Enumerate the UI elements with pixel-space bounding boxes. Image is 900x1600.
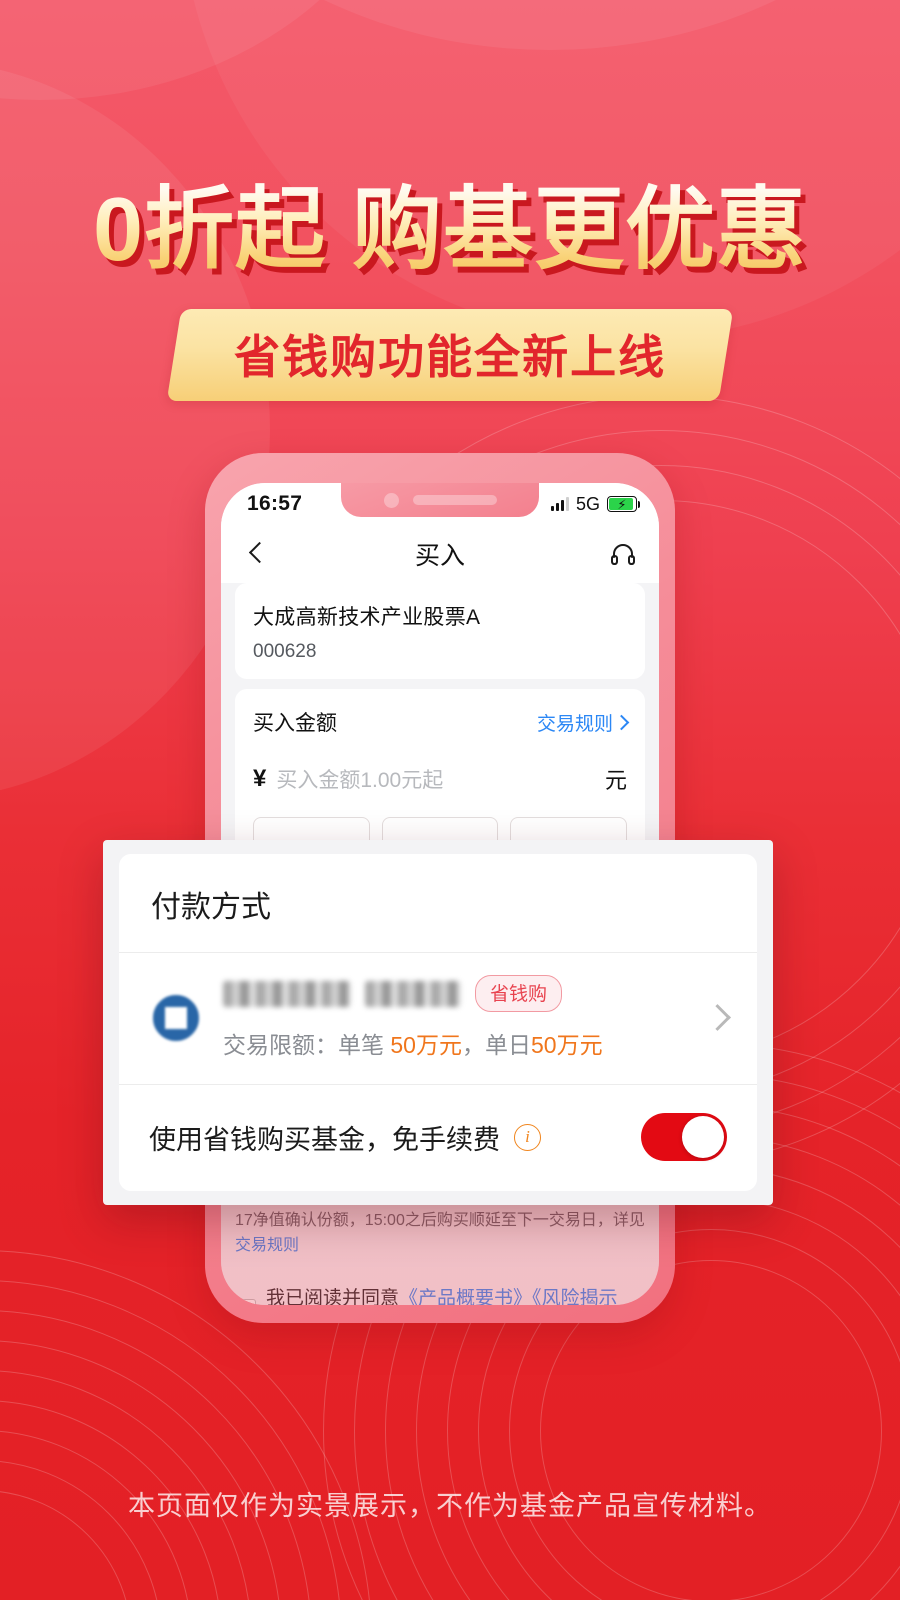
- limit-daily-value: 50万元: [530, 1032, 603, 1058]
- card-number-masked: [365, 980, 461, 1007]
- page-title: 买入: [414, 542, 465, 570]
- amount-input[interactable]: 买入金额1.00元起: [276, 764, 605, 794]
- promo-page: 0折起 购基更优惠 省钱购功能全新上线 16:57 5G ⚡ 买入 大成高新技术…: [0, 0, 900, 1600]
- status-indicators: 5G ⚡: [550, 493, 640, 515]
- payment-method-row[interactable]: 省钱购 交易限额：单笔 50万元，单日50万元: [119, 953, 757, 1085]
- bank-logo-icon: [149, 991, 203, 1045]
- fund-card[interactable]: 大成高新技术产业股票A 000628: [235, 583, 645, 679]
- currency-symbol: ¥: [253, 765, 267, 792]
- chevron-right-icon: [613, 714, 630, 730]
- footnote-link[interactable]: 交易规则: [235, 1237, 299, 1254]
- camera-icon: [383, 492, 399, 508]
- popup-title: 付款方式: [119, 854, 757, 953]
- agreement-text: 我已阅读并同意《产品概要书》《风险揭示书》: [266, 1283, 645, 1305]
- payment-info: 省钱购 交易限额：单笔 50万元，单日50万元: [223, 975, 688, 1060]
- fund-code: 000628: [253, 641, 317, 662]
- fund-name: 大成高新技术产业股票A: [253, 606, 481, 629]
- network-label: 5G: [575, 493, 600, 514]
- footnote-text: 17净值确认份额，15:00之后购买顺延至下一交易日，详见交易规则: [235, 1209, 645, 1259]
- status-badge: 省钱购: [475, 975, 563, 1012]
- switch-knob: [682, 1116, 724, 1158]
- footnote-body: 17净值确认份额，15:00之后购买顺延至下一交易日，详见: [235, 1212, 645, 1229]
- fee-free-switch[interactable]: [641, 1113, 727, 1161]
- info-icon[interactable]: i: [514, 1123, 541, 1151]
- fee-free-toggle-row: 使用省钱购买基金，免手续费 i: [119, 1085, 757, 1191]
- headset-icon[interactable]: [609, 540, 637, 568]
- amount-unit: 元: [604, 768, 627, 793]
- chevron-right-icon[interactable]: [704, 1004, 731, 1031]
- signal-bars-icon: [550, 497, 569, 511]
- toggle-label: 使用省钱购买基金，免手续费: [149, 1124, 500, 1155]
- agreement-doc-1[interactable]: 《产品概要书》: [399, 1288, 532, 1305]
- limit-separator: ，: [461, 1032, 485, 1058]
- limit-single-label: 单笔: [338, 1032, 384, 1058]
- amount-input-row[interactable]: ¥ 买入金额1.00元起 元: [253, 763, 627, 795]
- page-disclaimer: 本页面仅作为实景展示，不作为基金产品宣传材料。: [128, 1491, 772, 1521]
- agreement-prefix: 我已阅读并同意: [266, 1287, 400, 1305]
- limit-single-value: 50万元: [390, 1032, 462, 1058]
- limit-prefix: 交易限额：: [223, 1032, 338, 1058]
- speaker-icon: [412, 495, 497, 505]
- agreement-row[interactable]: 我已阅读并同意《产品概要书》《风险揭示书》: [235, 1283, 645, 1305]
- battery-charging-icon: ⚡: [607, 496, 640, 512]
- trade-rule-link[interactable]: 交易规则: [536, 709, 630, 736]
- nav-bar: 买入: [221, 525, 659, 583]
- buy-form: 大成高新技术产业股票A 000628 买入金额 交易规则 ¥ 买入金额1.00元…: [221, 583, 659, 877]
- agreement-checkbox[interactable]: [235, 1299, 256, 1305]
- bank-name-masked: [223, 980, 351, 1007]
- amount-header: 买入金额 交易规则: [253, 707, 630, 737]
- promo-subtitle-text: 省钱购功能全新上线: [234, 331, 667, 383]
- payment-method-card: 付款方式 省钱购 交易限额：单笔 50万元，单日50万元 使用省钱购买基金，免手…: [119, 854, 757, 1191]
- phone-notch: [341, 483, 539, 517]
- promo-headline: 0折起 购基更优惠: [0, 181, 900, 279]
- amount-label: 买入金额: [253, 712, 337, 735]
- promo-subtitle-banner: 省钱购功能全新上线: [0, 309, 900, 401]
- trade-rule-label: 交易规则: [536, 713, 613, 735]
- footnote-block: 17净值确认份额，15:00之后购买顺延至下一交易日，详见交易规则 我已阅读并同…: [235, 1209, 645, 1305]
- status-time: 16:57: [247, 492, 303, 515]
- limit-daily-label: 单日: [484, 1032, 531, 1058]
- payment-method-popup: 付款方式 省钱购 交易限额：单笔 50万元，单日50万元 使用省钱购买基金，免手…: [103, 840, 773, 1205]
- transaction-limit: 交易限额：单笔 50万元，单日50万元: [223, 1026, 688, 1060]
- payment-title-line: 省钱购: [223, 975, 688, 1012]
